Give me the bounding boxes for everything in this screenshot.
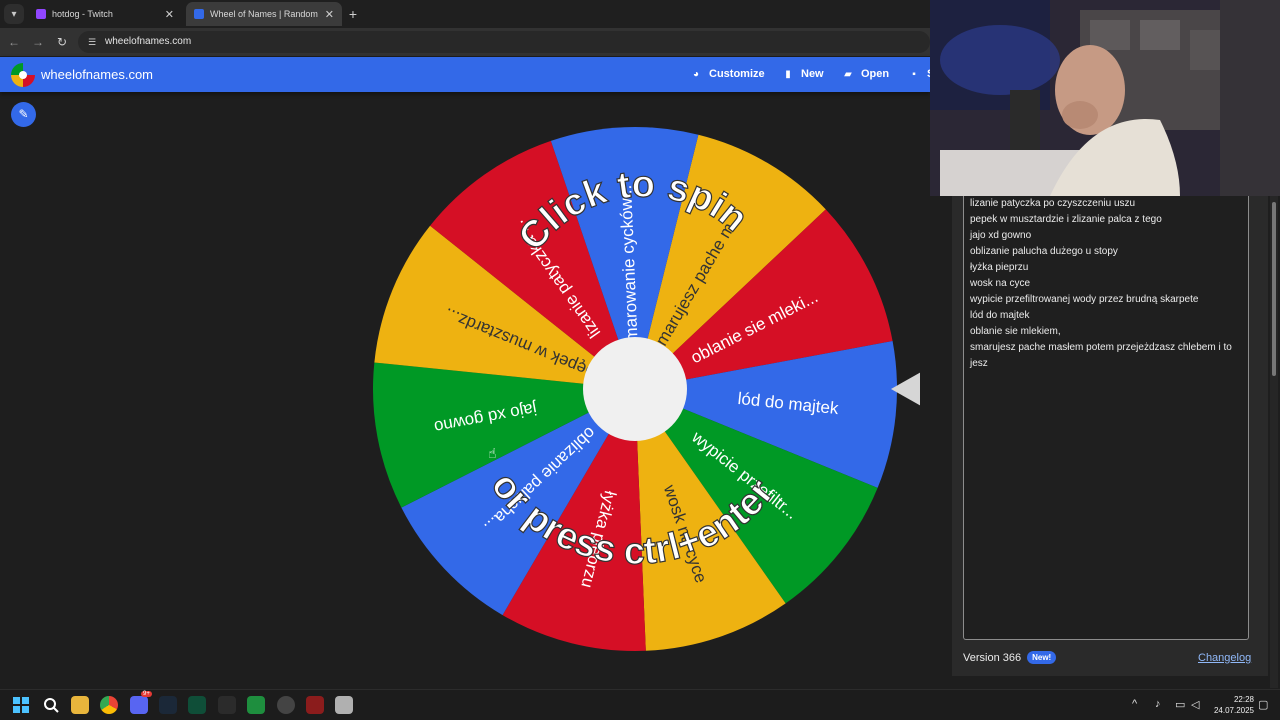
version-text: Version 366 (963, 651, 1022, 664)
notifications-icon[interactable]: ▢ (1258, 698, 1268, 711)
entry-line: wosk na cyce (970, 278, 1031, 289)
screen: ▾ hotdog - Twitch ✕ Wheel of Names | Ran… (0, 0, 1280, 720)
wheel-favicon-icon (194, 9, 204, 19)
open-button[interactable]: ▰ Open (842, 68, 889, 80)
entries-textarea[interactable]: lizanie patyczka po czyszczeniu uszu pepe… (963, 196, 1249, 640)
network-icon[interactable]: ▭ (1175, 698, 1185, 711)
discord-badge: 9+ (141, 691, 152, 697)
tab-twitch[interactable]: hotdog - Twitch ✕ (28, 2, 182, 26)
file-explorer-icon[interactable] (71, 696, 89, 714)
webcam-image (930, 0, 1280, 196)
entry-line: oblizanie palucha dużego u stopy (970, 246, 1118, 257)
open-label: Open (861, 68, 890, 80)
entry-line: pepek w musztardzie i zlizanie palca z t… (970, 214, 1162, 225)
changelog-link[interactable]: Changelog (1198, 652, 1251, 664)
wheel-canvas[interactable]: smarujesz pache m...oblanie sie mleki...… (360, 118, 920, 658)
chrome-icon[interactable] (100, 696, 118, 714)
app-header: wheelofnames.com ◕ Customize ▮ New ▰ Ope… (0, 57, 934, 92)
wheel-logo-icon[interactable] (11, 63, 35, 87)
reload-icon[interactable]: ↻ (54, 34, 70, 50)
save-icon: ▪ (912, 68, 916, 80)
address-bar[interactable]: ☰ wheelofnames.com (78, 31, 930, 53)
entry-line: smarujesz pache masłem potem przejeżdzas… (970, 342, 1232, 369)
excel-icon[interactable] (188, 696, 206, 714)
windows-taskbar: 9+ ^ ♪ ▭ ◁ 22:28 24.07.2025 ▢ (0, 689, 1280, 720)
search-icon[interactable] (42, 696, 60, 714)
volume-icon[interactable]: ◁ (1191, 698, 1199, 711)
customize-button[interactable]: ◕ Customize (690, 68, 765, 80)
close-tab-icon[interactable]: ✕ (165, 8, 174, 21)
microphone-icon[interactable]: ♪ (1155, 698, 1161, 710)
entries-panel: lizanie patyczka po czyszczeniu uszu pepe… (952, 196, 1268, 676)
new-button[interactable]: ▮ New (782, 68, 824, 80)
webcam-overlay (930, 0, 1280, 196)
twitch-favicon-icon (36, 9, 46, 19)
obs-icon[interactable] (218, 696, 236, 714)
mouse-cursor-icon: ☝ (488, 445, 497, 461)
entry-line: lizanie patyczka po czyszczeniu uszu (970, 198, 1136, 209)
app-icon[interactable] (335, 696, 353, 714)
entry-line: wypicie przefiltrowanej wody przez brudn… (970, 294, 1199, 305)
document-icon: ▮ (785, 68, 791, 80)
windows-start-icon[interactable] (12, 696, 30, 714)
entry-line: łyżka pieprzu (970, 262, 1029, 273)
new-badge: New! (1027, 651, 1057, 664)
tab-search-icon[interactable]: ▾ (4, 4, 24, 24)
version-info: Version 366 New! (963, 651, 1057, 664)
url-text: wheelofnames.com (105, 36, 192, 47)
chevron-up-icon[interactable]: ^ (1132, 698, 1137, 710)
system-clock[interactable]: 22:28 24.07.2025 (1206, 694, 1254, 716)
discord-icon[interactable]: 9+ (130, 691, 152, 714)
entry-line: oblanie sie mlekiem, (970, 326, 1061, 337)
palette-icon: ◕ (692, 68, 700, 80)
close-tab-icon[interactable]: ✕ (325, 8, 334, 21)
app-icon[interactable] (247, 696, 265, 714)
tab-title: hotdog - Twitch (52, 9, 113, 19)
steam-icon[interactable] (159, 696, 177, 714)
new-label: New (801, 68, 824, 80)
entry-line: jajo xd gowno (970, 230, 1032, 241)
tab-wheel-of-names[interactable]: Wheel of Names | Random name picker ✕ (186, 2, 342, 26)
brand-title[interactable]: wheelofnames.com (41, 67, 153, 82)
folder-open-icon: ▰ (844, 68, 852, 80)
entry-line: lód do majtek (970, 310, 1030, 321)
forward-arrow-icon[interactable]: → (30, 34, 46, 50)
app-icon[interactable] (306, 696, 324, 714)
tab-title: Wheel of Names | Random name picker (210, 9, 319, 19)
customize-label: Customize (709, 68, 765, 80)
page-scrollbar[interactable] (1270, 196, 1278, 688)
edit-pencil-button[interactable]: ✎ (11, 102, 36, 127)
back-arrow-icon[interactable]: ← (6, 34, 22, 50)
clock-date: 24.07.2025 (1213, 706, 1254, 715)
clock-time: 22:28 (1233, 695, 1254, 704)
scrollbar-thumb[interactable] (1272, 202, 1276, 376)
wheel-center-hub[interactable] (583, 337, 687, 441)
site-info-icon[interactable]: ☰ (86, 36, 98, 48)
new-tab-button[interactable]: + (344, 5, 362, 23)
app-icon[interactable] (277, 696, 295, 714)
